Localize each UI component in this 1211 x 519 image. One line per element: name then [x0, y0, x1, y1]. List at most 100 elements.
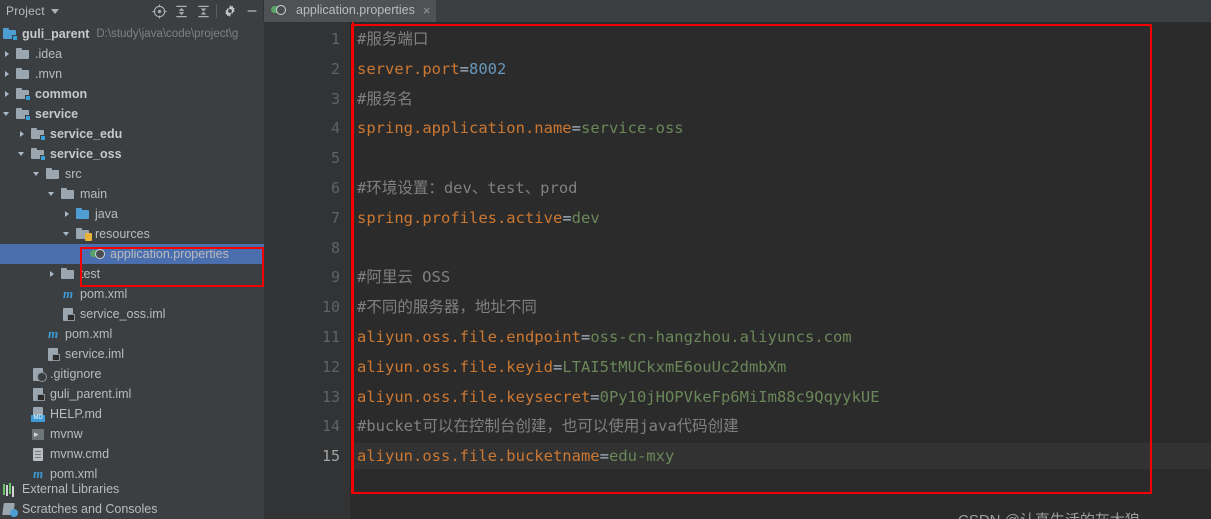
- project-root-icon: [2, 26, 18, 42]
- collapse-all-icon[interactable]: [192, 0, 214, 22]
- tree-row-idea[interactable]: .idea: [0, 44, 264, 64]
- minimize-icon[interactable]: [241, 0, 263, 22]
- maven-icon: m: [62, 286, 74, 301]
- code-line[interactable]: spring.application.name=service-oss: [357, 115, 684, 141]
- tree-row-service-edu[interactable]: service_edu: [0, 124, 264, 144]
- chevron-down-icon[interactable]: [2, 109, 13, 120]
- chevron-down-icon[interactable]: [32, 169, 43, 180]
- code-line[interactable]: aliyun.oss.file.keysecret=0Py10jHOPVkeFp…: [357, 384, 880, 410]
- chevron-down-icon[interactable]: [17, 149, 28, 160]
- code-line[interactable]: #服务名: [357, 86, 413, 112]
- tree-row-mvnw-cmd[interactable]: mvnw.cmd: [0, 444, 264, 464]
- tree-row-pom-xml[interactable]: m pom.xml: [0, 324, 264, 344]
- tree-label: test: [80, 267, 101, 281]
- chevron-right-icon[interactable]: [17, 129, 28, 140]
- project-root-label: guli_parent: [22, 27, 90, 41]
- tree-row-main[interactable]: main: [0, 184, 264, 204]
- line-number: 13: [321, 387, 340, 406]
- project-tree[interactable]: guli_parent D:\study\java\code\project\g…: [0, 22, 264, 519]
- source-folder-icon: [75, 206, 91, 222]
- project-panel-toolbar: Project: [0, 0, 264, 22]
- code-line[interactable]: #环境设置：dev、test、prod: [357, 175, 577, 201]
- code-line-text: #服务名: [357, 90, 413, 108]
- folder-icon: [15, 66, 31, 82]
- tree-label: service.iml: [65, 347, 125, 361]
- code-line[interactable]: aliyun.oss.file.bucketname=edu-mxy: [352, 443, 1211, 470]
- code-content[interactable]: #服务端口 server.port=8002 #服务名 spring.applicat…: [352, 22, 1211, 519]
- tree-row-pom-xml[interactable]: m pom.xml: [0, 284, 264, 304]
- line-number: 2: [330, 59, 340, 78]
- code-token: =: [552, 357, 563, 376]
- tree-row-guli-parent-iml[interactable]: guli_parent.iml: [0, 384, 264, 404]
- tree-label: main: [80, 187, 108, 201]
- tree-row-help-md[interactable]: HELP.md: [0, 404, 264, 424]
- code-token: aliyun.oss.file.keyid: [357, 357, 553, 376]
- expand-all-icon[interactable]: [170, 0, 192, 22]
- tree-row-mvn[interactable]: .mvn: [0, 64, 264, 84]
- code-line-text: #服务端口: [357, 30, 428, 48]
- locate-icon[interactable]: [148, 0, 170, 22]
- code-line[interactable]: aliyun.oss.file.endpoint=oss-cn-hangzhou…: [357, 324, 852, 350]
- tree-row-external-libraries[interactable]: External Libraries: [0, 479, 264, 499]
- tree-row-java[interactable]: java: [0, 204, 264, 224]
- chevron-down-icon[interactable]: [62, 229, 73, 240]
- settings-gear-icon[interactable]: [219, 0, 241, 22]
- chevron-down-icon[interactable]: [50, 8, 59, 14]
- tree-label: guli_parent.iml: [50, 387, 132, 401]
- chevron-right-icon[interactable]: [62, 209, 73, 220]
- folder-icon: [60, 266, 76, 282]
- code-line-text: aliyun.oss.file.endpoint=oss-cn-hangzhou…: [357, 328, 852, 346]
- tree-row-test[interactable]: test: [0, 264, 264, 284]
- tree-row-service-iml[interactable]: service.iml: [0, 344, 264, 364]
- tree-row-service[interactable]: service: [0, 104, 264, 124]
- chevron-down-icon[interactable]: [47, 189, 58, 200]
- chevron-right-icon[interactable]: [47, 269, 58, 280]
- project-panel-title[interactable]: Project: [4, 4, 45, 18]
- code-token: =: [599, 447, 609, 466]
- code-line[interactable]: #不同的服务器，地址不同: [357, 294, 537, 320]
- tree-row-root[interactable]: guli_parent D:\study\java\code\project\g: [0, 24, 264, 44]
- close-icon[interactable]: ×: [423, 4, 431, 17]
- idea-window: Project application.properties × guli_pa…: [0, 0, 1211, 519]
- line-number: 9: [330, 268, 340, 287]
- line-number: 10: [321, 298, 340, 317]
- chevron-right-icon[interactable]: [2, 69, 13, 80]
- code-line[interactable]: spring.profiles.active=dev: [357, 205, 600, 231]
- code-line[interactable]: server.port=8002: [357, 56, 506, 82]
- module-folder-icon: [30, 146, 46, 162]
- tree-label: HELP.md: [50, 407, 102, 421]
- code-line[interactable]: aliyun.oss.file.keyid=LTAI5tMUCkxmE6ouUc…: [357, 354, 786, 380]
- tree-row-src[interactable]: src: [0, 164, 264, 184]
- chevron-right-icon[interactable]: [2, 89, 13, 100]
- tree-row-service-oss[interactable]: service_oss: [0, 144, 264, 164]
- tab-label: application.properties: [296, 3, 415, 17]
- code-token: =: [571, 119, 581, 138]
- iml-file-icon: [45, 346, 61, 362]
- tree-row-mvnw[interactable]: mvnw: [0, 424, 264, 444]
- code-line-text: aliyun.oss.file.keyid=LTAI5tMUCkxmE6ouUc…: [357, 358, 786, 376]
- code-line[interactable]: #bucket可以在控制台创建，也可以使用java代码创建: [357, 413, 739, 439]
- tree-row-gitignore[interactable]: .gitignore: [0, 364, 264, 384]
- code-token: aliyun.oss.file.keysecret: [357, 387, 591, 406]
- tree-label: java: [95, 207, 118, 221]
- markdown-icon: [30, 406, 46, 422]
- tab-application-properties[interactable]: application.properties ×: [264, 0, 437, 22]
- code-editor[interactable]: 1 2 3 4 5 6 7 8 9 10 11 12 13 14 15 #服务端口 server.port=8…: [264, 22, 1211, 519]
- code-line[interactable]: #服务端口: [357, 26, 428, 52]
- properties-file-icon: [271, 2, 287, 18]
- tree-row-scratches-and-consoles[interactable]: Scratches and Consoles: [0, 499, 264, 519]
- line-number: 1: [330, 30, 340, 48]
- chevron-right-icon[interactable]: [2, 49, 13, 60]
- tree-row-application-properties[interactable]: application.properties: [0, 244, 264, 264]
- tree-row-common[interactable]: common: [0, 84, 264, 104]
- tree-label: service: [35, 107, 79, 121]
- tree-row-service-oss-iml[interactable]: service_oss.iml: [0, 304, 264, 324]
- folder-icon: [45, 166, 61, 182]
- code-line[interactable]: #阿里云 OSS: [357, 264, 450, 290]
- tree-row-resources[interactable]: resources: [0, 224, 264, 244]
- tree-label: .mvn: [35, 67, 63, 81]
